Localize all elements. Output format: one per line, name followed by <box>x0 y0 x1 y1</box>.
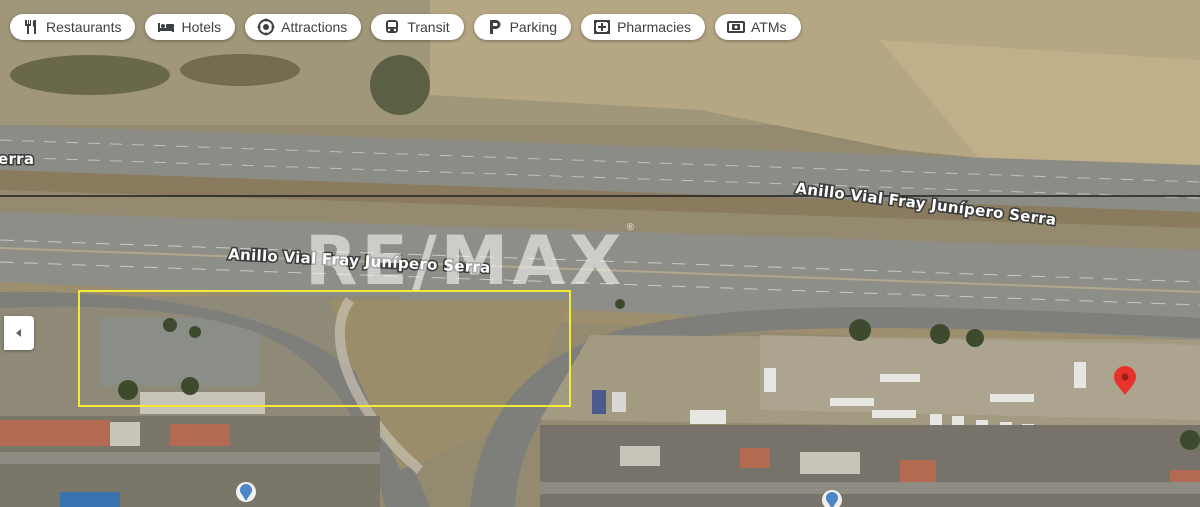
chip-label: Transit <box>407 19 450 35</box>
chip-label: Pharmacies <box>617 19 691 35</box>
chip-label: ATMs <box>750 19 787 35</box>
chip-label: Hotels <box>181 19 222 35</box>
bus-icon <box>383 18 401 36</box>
chip-parking[interactable]: Parking <box>473 14 572 40</box>
parking-icon <box>486 18 504 36</box>
place-marker-icon[interactable] <box>820 488 844 507</box>
watermark-registered: ® <box>625 222 636 233</box>
chip-attractions[interactable]: Attractions <box>245 14 362 40</box>
place-marker-icon[interactable] <box>234 480 258 504</box>
map-view[interactable]: Anillo Vial Fray Junípero Serra Anillo V… <box>0 0 1200 507</box>
chip-hotels[interactable]: Hotels <box>145 14 236 40</box>
category-filter-bar: Restaurants Hotels Attractions Transit P… <box>10 14 801 40</box>
property-boundary <box>78 290 571 407</box>
collapse-side-panel-button[interactable] <box>4 316 34 350</box>
pharmacy-icon <box>593 18 611 36</box>
chip-atms[interactable]: ATMs <box>714 14 801 40</box>
chip-label: Parking <box>509 19 558 35</box>
location-pin-icon[interactable] <box>1108 366 1142 396</box>
chip-pharmacies[interactable]: Pharmacies <box>581 14 705 40</box>
chip-transit[interactable]: Transit <box>371 14 464 40</box>
chip-label: Attractions <box>281 19 348 35</box>
atm-icon <box>726 18 745 36</box>
chip-label: Restaurants <box>46 19 122 35</box>
chip-restaurants[interactable]: Restaurants <box>10 14 136 40</box>
road-label-fragment: erra <box>0 150 34 168</box>
chevron-left-icon <box>16 329 21 337</box>
hotel-icon <box>157 18 175 36</box>
restaurant-icon <box>22 18 40 36</box>
camera-icon <box>257 18 275 36</box>
